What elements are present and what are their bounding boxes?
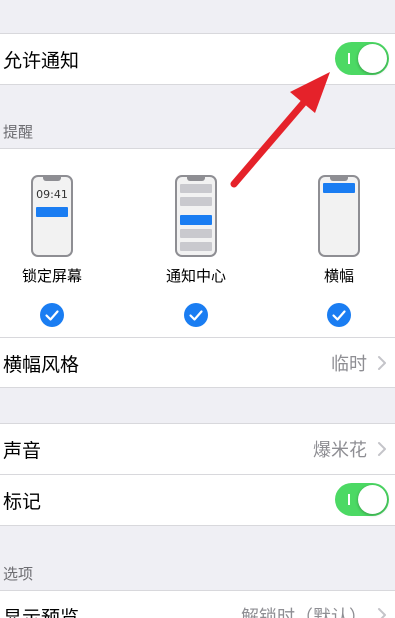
show-previews-value: 解锁时（默认） [241,607,367,618]
lock-screen-checkmark-icon [40,303,64,327]
toggle-on-mark [348,53,350,64]
badges-row[interactable]: 标记 [0,475,395,525]
notification-center-checkmark-icon [184,303,208,327]
lock-screen-phone-icon: 09:41 [31,175,73,257]
banner-style-value: 临时 [331,354,367,375]
sounds-badges-group: 声音 爆米花 标记 [0,423,395,526]
allow-notifications-toggle[interactable] [335,42,389,75]
alert-style-banners[interactable]: 横幅 [299,175,379,327]
top-spacer [0,0,395,33]
show-previews-label: 显示预览 [3,607,80,618]
phone-notch [187,177,205,181]
allow-notifications-group: 允许通知 [0,33,395,85]
banners-checkmark-icon [327,303,351,327]
chevron-right-icon [378,442,386,456]
banners-label: 横幅 [323,267,354,285]
banner-bar [323,183,355,193]
banners-phone-icon [318,175,360,257]
badges-toggle[interactable] [335,483,389,516]
alerts-group: 09:41 锁定屏幕 通知中心 横幅 横幅风格 临时 [0,148,395,388]
list-bar [180,242,212,251]
phone-notch [330,177,348,181]
allow-notifications-row[interactable]: 允许通知 [0,34,395,84]
options-group: 显示预览 解锁时（默认） [0,590,395,618]
notification-bar [36,207,68,217]
chevron-right-icon [378,356,386,370]
notification-center-phone-icon [175,175,217,257]
lock-screen-time: 09:41 [36,188,68,201]
banner-style-label: 横幅风格 [3,353,80,376]
toggle-knob [358,485,387,514]
alert-style-notification-center[interactable]: 通知中心 [156,175,236,327]
sounds-value: 爆米花 [313,440,367,461]
badges-label: 标记 [3,490,42,513]
toggle-knob [358,44,387,73]
banner-style-row[interactable]: 横幅风格 临时 [0,338,395,388]
sounds-label: 声音 [3,439,42,462]
notification-center-label: 通知中心 [165,267,226,285]
lock-screen-label: 锁定屏幕 [21,267,82,285]
chevron-right-icon [378,608,386,618]
allow-notifications-label: 允许通知 [3,49,80,72]
show-previews-row[interactable]: 显示预览 解锁时（默认） [0,591,395,618]
list-bar [180,184,212,193]
list-bar [180,229,212,238]
options-section-header: 选项 [3,565,34,583]
list-bar [180,197,212,206]
alert-style-lock-screen[interactable]: 09:41 锁定屏幕 [12,175,92,327]
notification-bar [180,215,212,225]
sounds-row[interactable]: 声音 爆米花 [0,424,395,474]
phone-notch [43,177,61,181]
alerts-section-header: 提醒 [3,123,34,141]
toggle-on-mark [348,494,350,505]
